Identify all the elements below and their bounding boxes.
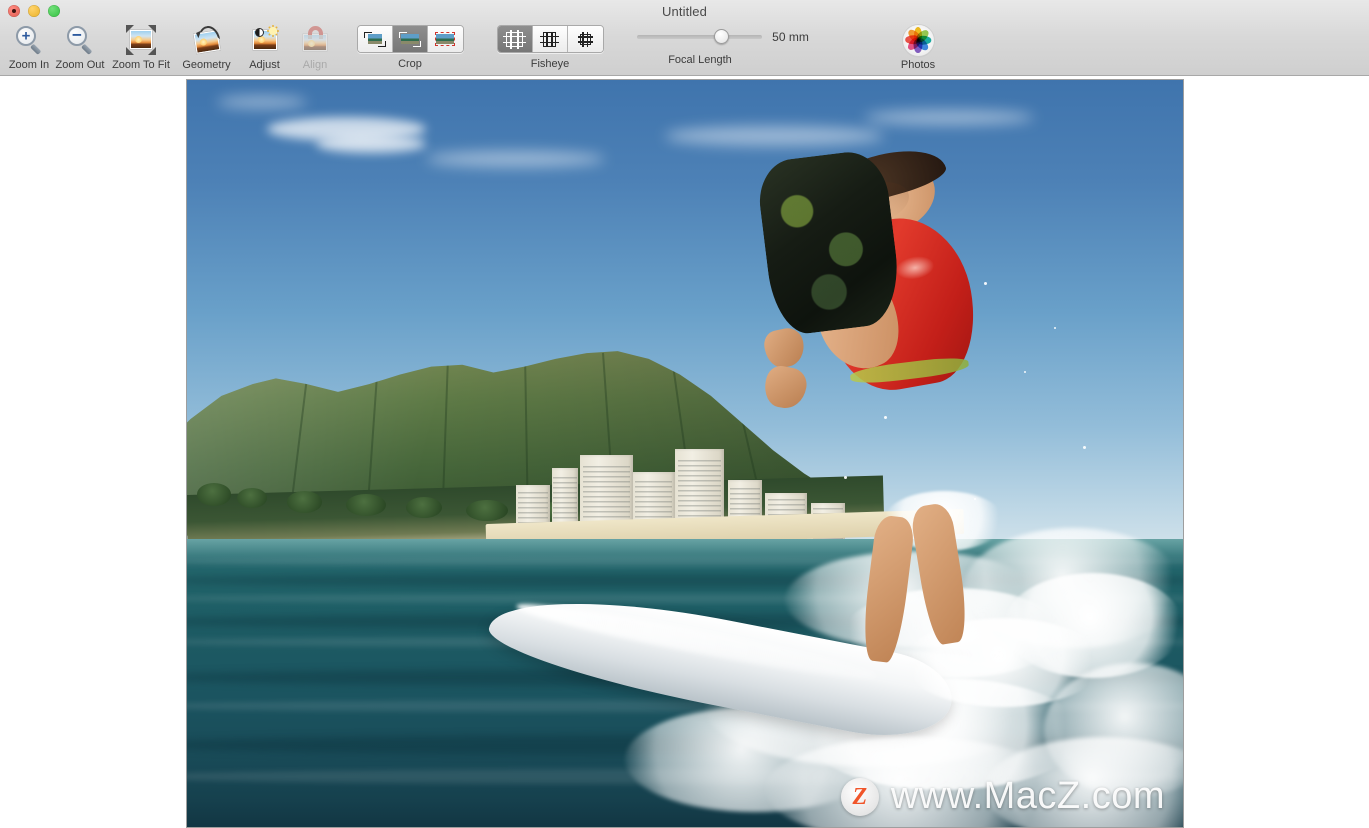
fisheye-group-label: Fisheye — [530, 58, 570, 70]
toolbar-button-zoom-out[interactable]: − Zoom Out — [52, 22, 108, 71]
fisheye-option-small[interactable] — [567, 26, 603, 52]
toolbar-button-geometry[interactable]: Geometry — [174, 22, 239, 71]
contrast-sun-icon — [249, 24, 281, 56]
toolbar-button-zoom-to-fit[interactable]: Zoom To Fit — [108, 22, 174, 71]
watermark: Z www.MacZ.com — [840, 775, 1165, 818]
toolbar-label-align: Align — [302, 59, 328, 71]
window-title: Untitled — [662, 4, 707, 19]
toolbar-label-zoom-in: Zoom In — [8, 59, 50, 71]
toolbar-label-photos: Photos — [900, 59, 936, 71]
cloud — [864, 109, 1034, 125]
foot — [761, 325, 808, 371]
crop-option-filled[interactable] — [392, 26, 428, 52]
crop-corners-icon — [363, 31, 386, 47]
leg — [859, 514, 916, 664]
magnet-icon — [299, 24, 331, 56]
water-droplet — [1053, 326, 1056, 329]
rotate-photo-icon — [190, 24, 223, 56]
crop-segmented-control[interactable] — [356, 25, 464, 53]
palm-tree — [406, 496, 442, 518]
cloud — [665, 126, 885, 146]
crop-control-group: Crop — [352, 22, 468, 70]
magnifier-plus-icon: + — [13, 24, 45, 56]
toolbar-button-zoom-in[interactable]: + Zoom In — [6, 22, 52, 71]
crop-option-dashed[interactable] — [427, 26, 463, 52]
focal-length-value: 50 mm — [772, 30, 809, 44]
toolbar: + Zoom In − Zoom Out Zoom To Fit Geometr… — [0, 22, 1369, 75]
macz-logo-icon: Z — [840, 777, 879, 816]
leg — [909, 501, 973, 647]
photo-frame[interactable]: Z www.MacZ.com — [186, 79, 1184, 828]
magnifier-minus-icon: − — [64, 24, 96, 56]
focal-length-label: Focal Length — [668, 54, 732, 66]
toolbar-button-align: Align — [290, 22, 340, 71]
toolbar-label-zoom-out: Zoom Out — [55, 59, 105, 71]
crop-filled-icon — [398, 31, 421, 47]
titlebar-toolbar: Untitled + Zoom In − Zoom Out Zoom To Fi… — [0, 0, 1369, 76]
crop-group-label: Crop — [398, 58, 422, 70]
palm-tree — [286, 490, 323, 513]
slider-knob[interactable] — [714, 29, 730, 44]
surfer-boy — [754, 138, 1024, 738]
fisheye-option-full[interactable] — [497, 26, 533, 52]
focal-length-slider[interactable] — [637, 28, 763, 46]
fisheye-option-medium[interactable] — [532, 26, 568, 52]
fisheye-control-group: Fisheye — [492, 22, 608, 70]
toolbar-button-adjust[interactable]: Adjust — [239, 22, 290, 71]
crop-option-corners[interactable] — [357, 26, 393, 52]
palm-tree — [196, 483, 231, 506]
palm-tree — [236, 487, 267, 509]
board-shorts — [754, 147, 905, 337]
slider-track — [637, 35, 763, 39]
palm-tree — [465, 499, 508, 522]
toolbar-label-zoom-to-fit: Zoom To Fit — [112, 59, 170, 71]
focal-length-control: 50 mm Focal Length — [628, 22, 818, 66]
watermark-text: www.MacZ.com — [890, 775, 1165, 817]
grid-small-icon — [575, 31, 596, 48]
fisheye-segmented-control[interactable] — [496, 25, 604, 53]
toolbar-label-geometry: Geometry — [182, 59, 231, 71]
toolbar-button-photos[interactable]: Photos — [890, 22, 946, 71]
grid-full-icon — [503, 29, 526, 49]
foot — [761, 364, 810, 412]
fit-to-frame-icon — [125, 24, 157, 56]
grid-medium-icon — [539, 31, 560, 48]
watermark-logo-letter: Z — [852, 783, 868, 810]
toolbar-label-adjust: Adjust — [249, 59, 280, 71]
surfer-photo: Z www.MacZ.com — [187, 80, 1183, 827]
crop-dashed-icon — [434, 31, 456, 47]
photos-pinwheel-icon — [902, 24, 934, 56]
image-canvas[interactable]: Z www.MacZ.com — [0, 76, 1369, 828]
app-window: Untitled + Zoom In − Zoom Out Zoom To Fi… — [0, 0, 1369, 828]
